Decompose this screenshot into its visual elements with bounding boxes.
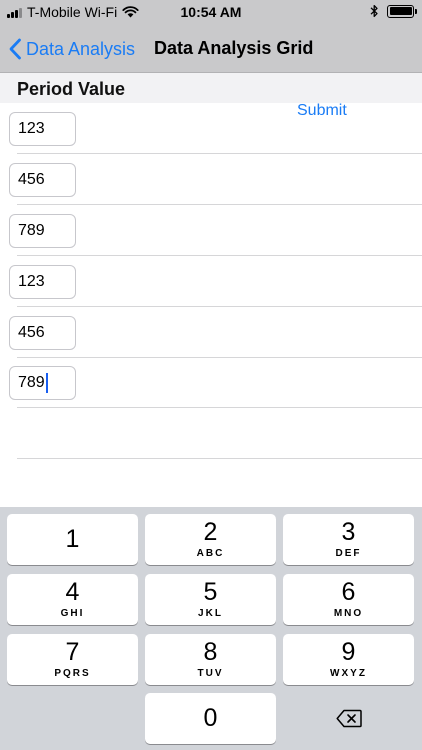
status-bar: T-Mobile Wi-Fi 10:54 AM: [0, 0, 422, 26]
back-button-label: Data Analysis: [26, 38, 136, 59]
screen: T-Mobile Wi-Fi 10:54 AM Data Analysis Da…: [0, 0, 422, 750]
key-4[interactable]: 4 GHI: [7, 574, 138, 625]
empty-table-row: [0, 408, 422, 459]
table-row: 456: [0, 307, 422, 358]
section-header: Period Value: [0, 73, 422, 103]
key-1[interactable]: 1: [7, 514, 138, 565]
page-title: Data Analysis Grid: [154, 38, 314, 58]
table-row: 789: [0, 357, 422, 408]
row-divider: [17, 458, 422, 459]
period-value-field[interactable]: 123: [9, 265, 76, 299]
key-8[interactable]: 8 TUV: [145, 634, 276, 685]
chevron-left-icon: [9, 38, 21, 60]
back-button[interactable]: Data Analysis: [8, 34, 135, 64]
key-7[interactable]: 7 PQRS: [7, 634, 138, 685]
delete-key[interactable]: [283, 693, 414, 744]
table-row: 789: [0, 205, 422, 256]
status-time: 10:54 AM: [180, 4, 242, 20]
period-value-field-focused[interactable]: 789: [9, 366, 76, 400]
period-value-field[interactable]: 456: [9, 163, 76, 197]
bluetooth-icon: [370, 4, 378, 18]
table-row: 123: [0, 103, 422, 154]
period-value-field[interactable]: 456: [9, 316, 76, 350]
battery-icon: [387, 4, 417, 18]
delete-backward-icon: [335, 709, 362, 728]
period-value-field[interactable]: 123: [9, 112, 76, 146]
key-3[interactable]: 3 DEF: [283, 514, 414, 565]
key-0[interactable]: 0: [145, 693, 276, 744]
text-caret: [45, 373, 48, 393]
key-9[interactable]: 9 WXYZ: [283, 634, 414, 685]
navigation-bar: Data Analysis Data Analysis Grid: [0, 26, 422, 73]
period-value-field[interactable]: 789: [9, 214, 76, 248]
numeric-keypad: 1 2 ABC 3 DEF 4 GHI 5 JKL 6 MNO 7 PQRS 8…: [0, 507, 422, 750]
table-row: 123: [0, 256, 422, 307]
key-5[interactable]: 5 JKL: [145, 574, 276, 625]
key-6[interactable]: 6 MNO: [283, 574, 414, 625]
table-row: 456: [0, 154, 422, 205]
status-right: [370, 4, 417, 18]
key-2[interactable]: 2 ABC: [145, 514, 276, 565]
section-header-label: Period Value: [17, 79, 126, 99]
